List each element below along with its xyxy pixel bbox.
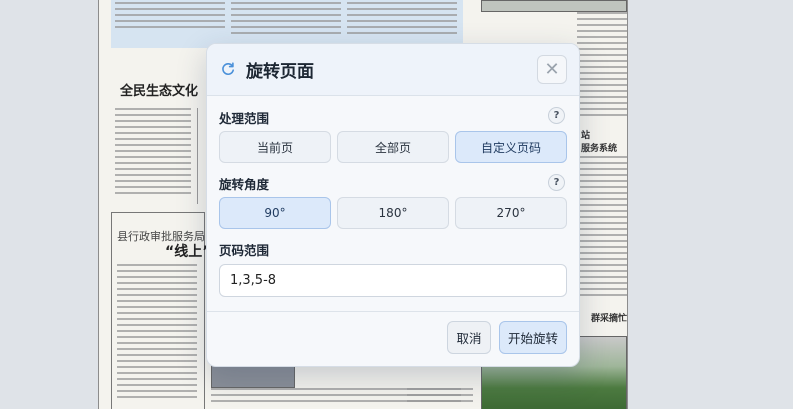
angle-label: 旋转角度 <box>219 177 270 192</box>
headline-ecology: 全民生态文化 <box>120 84 199 99</box>
newspaper-top-photo <box>481 0 627 12</box>
headline-system: 服务系统 <box>581 144 618 154</box>
text-column <box>117 264 197 402</box>
dialog-title: 旋转页面 <box>246 62 314 82</box>
text-column <box>115 2 225 32</box>
angle-option-270[interactable]: 270° <box>455 197 567 229</box>
scope-option-all[interactable]: 全部页 <box>337 131 449 163</box>
text-column <box>347 2 457 38</box>
footer-divider <box>207 311 579 312</box>
scope-label: 处理范围 <box>219 111 270 126</box>
cancel-button[interactable]: 取消 <box>447 321 491 354</box>
angle-option-180[interactable]: 180° <box>337 197 449 229</box>
text-column <box>231 2 341 38</box>
angle-option-90[interactable]: 90° <box>219 197 331 229</box>
refresh-icon <box>220 61 236 77</box>
question-icon[interactable]: ? <box>548 107 565 124</box>
headline-online: “线上” <box>165 244 212 260</box>
question-icon[interactable]: ? <box>548 174 565 191</box>
page-range-label: 页码范围 <box>219 243 270 258</box>
page-range-input[interactable] <box>219 264 567 297</box>
close-icon: ✕ <box>544 58 560 80</box>
scope-option-current[interactable]: 当前页 <box>219 131 331 163</box>
rotate-pages-dialog: 旋转页面 ✕ 处理范围 ? 当前页 全部页 自定义页码 旋转角度 ? 90° 1… <box>206 43 580 367</box>
scope-option-custom[interactable]: 自定义页码 <box>455 131 567 163</box>
text-column <box>577 12 627 120</box>
close-button[interactable]: ✕ <box>537 55 567 84</box>
text-column <box>115 108 191 198</box>
headline-help: 群采摘忙 <box>591 314 628 324</box>
text-column <box>577 156 627 300</box>
text-column <box>407 388 473 406</box>
dialog-header: 旋转页面 ✕ <box>207 44 579 96</box>
column-rule <box>197 108 198 204</box>
start-rotate-button[interactable]: 开始旋转 <box>499 321 567 354</box>
headline-station: 站 <box>581 131 591 141</box>
